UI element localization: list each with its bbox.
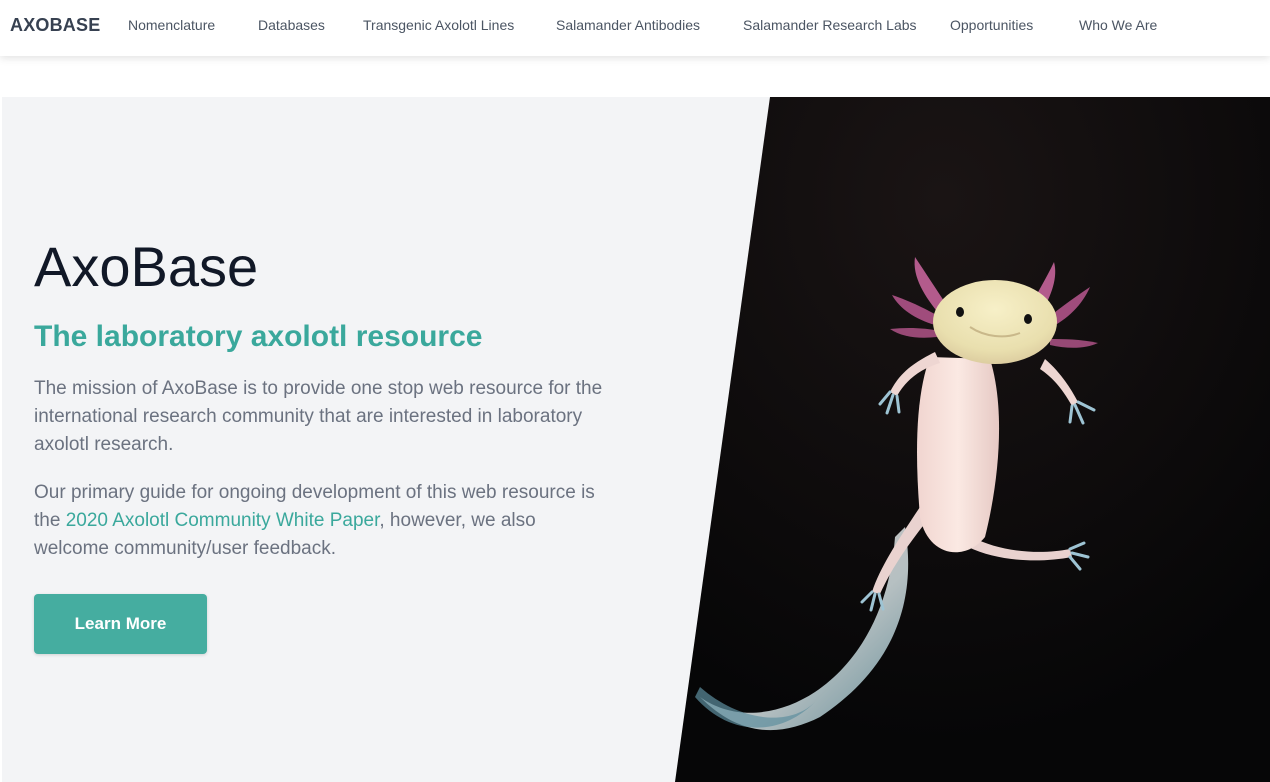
nav-link-salamander-antibodies[interactable]: Salamander Antibodies [556,17,700,33]
hero-section: AxoBase The laboratory axolotl resource … [0,97,1270,782]
white-paper-link[interactable]: 2020 Axolotl Community White Paper [66,510,380,531]
nav-link-databases[interactable]: Databases [258,17,325,33]
nav-link-nomenclature[interactable]: Nomenclature [128,17,215,33]
learn-more-button[interactable]: Learn More [34,594,207,654]
top-navbar: AXOBASE Nomenclature Databases Transgeni… [0,0,1270,56]
hero-title: AxoBase [34,235,259,298]
nav-link-who-we-are[interactable]: Who We Are [1079,17,1157,33]
nav-link-salamander-research-labs[interactable]: Salamander Research Labs [743,17,917,33]
hero-subtitle: The laboratory axolotl resource [34,320,483,353]
nav-link-opportunities[interactable]: Opportunities [950,17,1033,33]
guide-paragraph: Our primary guide for ongoing developmen… [34,479,614,563]
nav-link-transgenic-axolotl-lines[interactable]: Transgenic Axolotl Lines [363,17,514,33]
mission-paragraph: The mission of AxoBase is to provide one… [34,378,603,455]
brand-logo-link[interactable]: AXOBASE [10,15,100,36]
